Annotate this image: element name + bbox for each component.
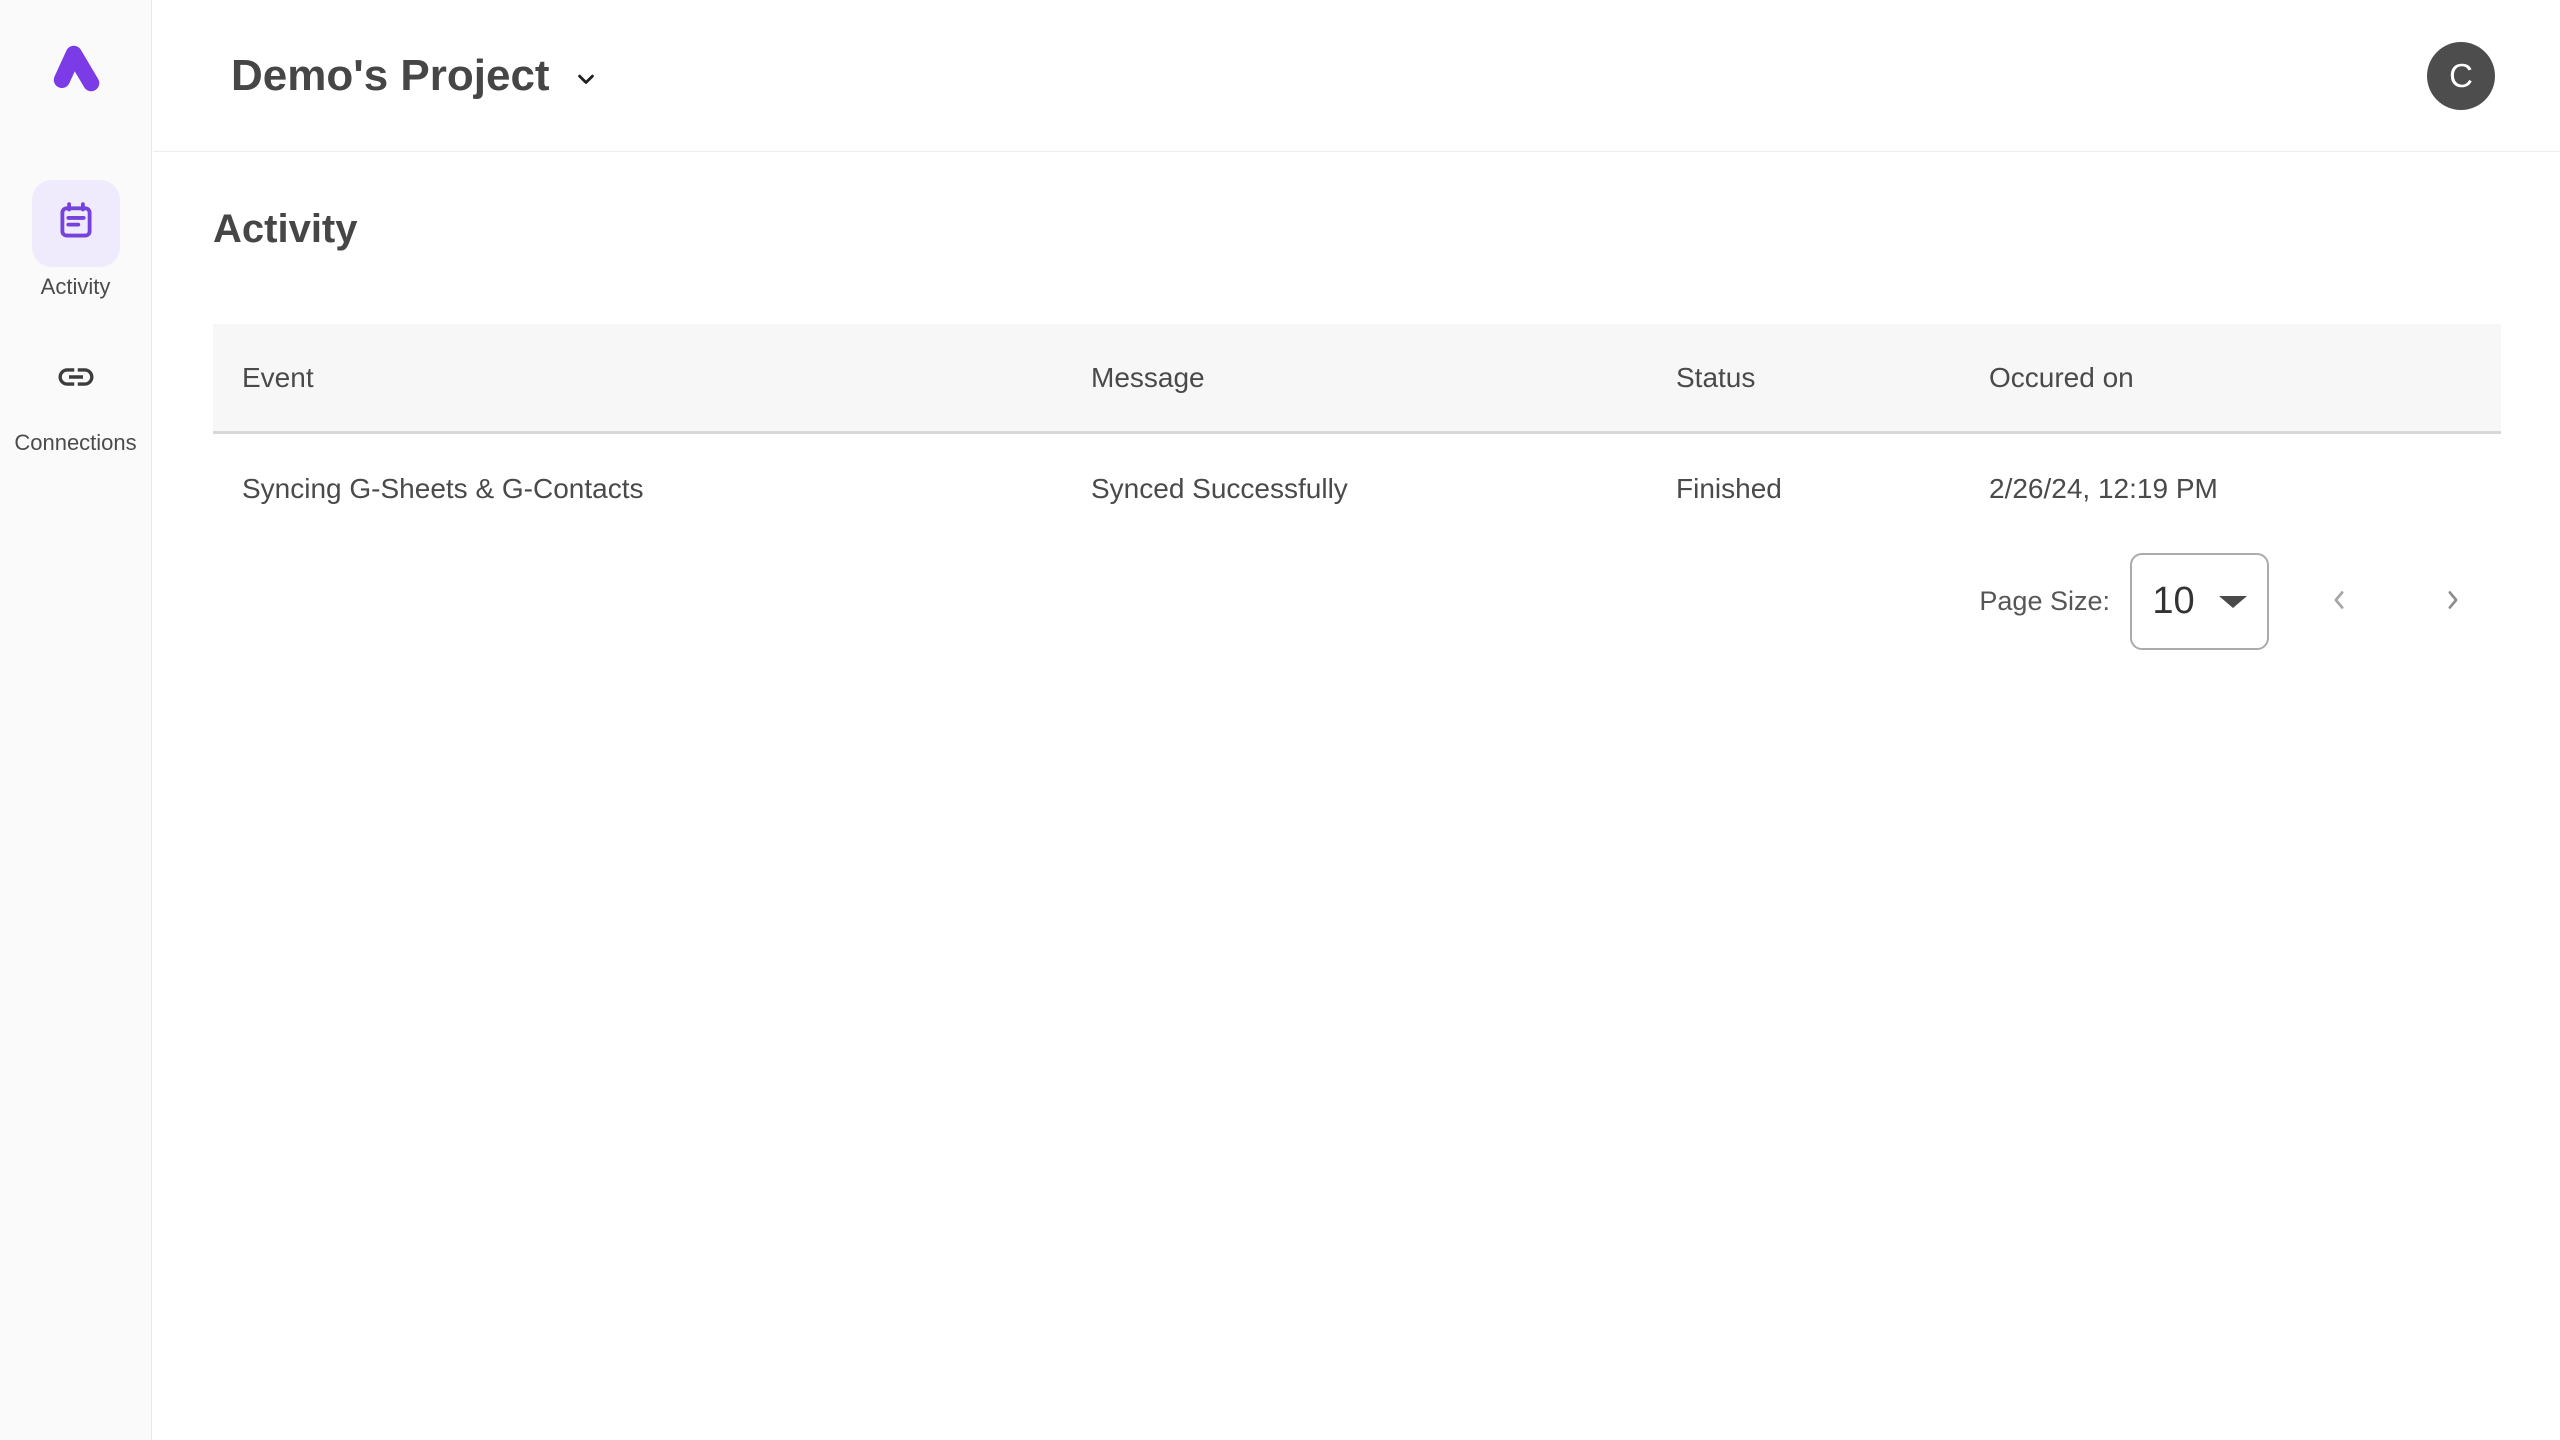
table-row: Syncing G-Sheets & G-Contacts Synced Suc… (213, 434, 2501, 544)
page-title: Activity (213, 207, 2501, 252)
chevron-left-icon (2324, 585, 2354, 618)
dropdown-caret-icon (2219, 596, 2247, 608)
column-header-occurred-on: Occured on (1989, 362, 2501, 394)
main-content: Activity Event Message Status Occured on… (153, 153, 2560, 650)
page-size-value: 10 (2152, 580, 2194, 623)
row-message: Synced Successfully (1091, 473, 1676, 505)
app-logo[interactable] (50, 44, 102, 96)
top-header: Demo's Project C (153, 0, 2560, 152)
table-header-row: Event Message Status Occured on (213, 324, 2501, 434)
activity-table: Event Message Status Occured on Syncing … (213, 324, 2501, 544)
avatar-initial: C (2449, 57, 2473, 95)
previous-page-button[interactable] (2315, 578, 2363, 626)
pagination-bar: Page Size: 10 (213, 553, 2501, 650)
connections-tile (32, 336, 120, 423)
user-avatar[interactable]: C (2427, 42, 2495, 110)
link-icon (55, 356, 97, 403)
row-occurred-on: 2/26/24, 12:19 PM (1989, 473, 2501, 505)
activity-tile (32, 180, 120, 267)
row-status: Finished (1676, 473, 1989, 505)
column-header-event: Event (213, 362, 1091, 394)
column-header-message: Message (1091, 362, 1676, 394)
chevron-right-icon (2438, 585, 2468, 618)
sidebar-item-label: Connections (14, 430, 136, 456)
column-header-status: Status (1676, 362, 1989, 394)
project-switcher[interactable]: Demo's Project (231, 51, 600, 101)
project-title: Demo's Project (231, 51, 550, 101)
sidebar: Activity Connections (0, 0, 152, 1440)
calendar-icon (53, 198, 99, 249)
chevron-down-icon (572, 65, 600, 93)
sidebar-item-activity[interactable]: Activity (32, 180, 120, 300)
app-logo-caret-icon (50, 42, 102, 99)
page-size-select[interactable]: 10 (2130, 553, 2269, 650)
sidebar-item-label: Activity (41, 274, 111, 300)
sidebar-item-connections[interactable]: Connections (14, 336, 136, 456)
page-size-label: Page Size: (1979, 586, 2110, 617)
row-event: Syncing G-Sheets & G-Contacts (213, 473, 1091, 505)
next-page-button[interactable] (2429, 578, 2477, 626)
